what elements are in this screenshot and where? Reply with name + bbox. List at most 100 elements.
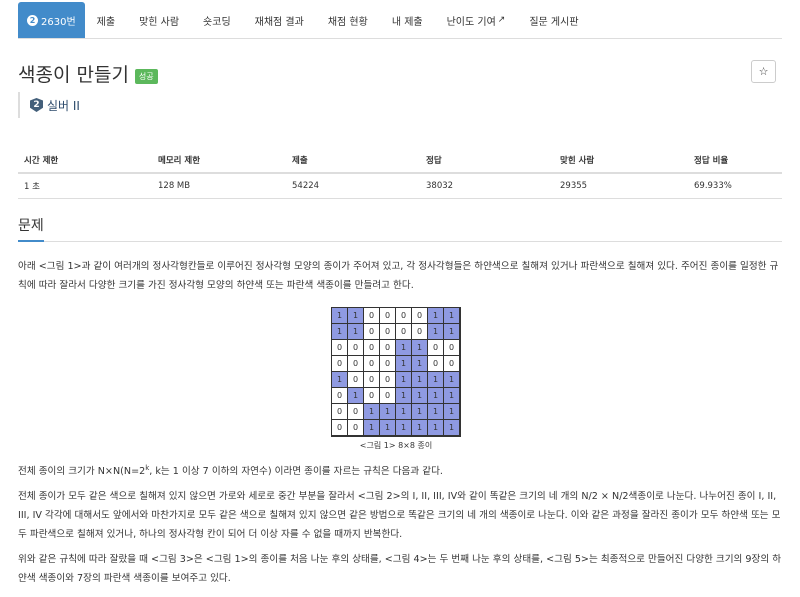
tab-status[interactable]: 채점 현황 bbox=[316, 2, 380, 38]
grid-cell: 0 bbox=[379, 323, 396, 340]
paper-grid: 1100001111000011000011000000110010001111… bbox=[331, 307, 461, 437]
title-row: 색종이 만들기 성공 bbox=[18, 60, 158, 87]
grid-cell: 0 bbox=[411, 323, 428, 340]
grid-cell: 0 bbox=[347, 419, 364, 436]
table-header-row: 시간 제한 메모리 제한 제출 정답 맞힌 사람 정답 비율 bbox=[18, 148, 782, 174]
grid-cell: 1 bbox=[427, 419, 444, 436]
grid-cell: 1 bbox=[363, 419, 380, 436]
star-button[interactable]: ☆ bbox=[751, 60, 776, 83]
problem-paragraph-3: 전체 종이가 모두 같은 색으로 칠해져 있지 않으면 가로와 세로로 중간 부… bbox=[18, 491, 781, 540]
grid-cell: 0 bbox=[395, 323, 412, 340]
tab-solvers[interactable]: 맞힌 사람 bbox=[127, 2, 191, 38]
grid-cell: 1 bbox=[395, 403, 412, 420]
header-submissions: 제출 bbox=[286, 148, 420, 174]
grid-cell: 0 bbox=[363, 323, 380, 340]
tab-short-coding[interactable]: 숏코딩 bbox=[191, 2, 243, 38]
grid-cell: 0 bbox=[379, 387, 396, 404]
tab-difficulty[interactable]: 난이도 기여 ↗ bbox=[435, 2, 518, 38]
tier-text: 실버 II bbox=[47, 98, 80, 113]
problem-paragraph-1: 아래 <그림 1>과 같이 여러개의 정사각형칸들로 이루어진 정사각형 모양의… bbox=[18, 261, 779, 291]
grid-cell: 0 bbox=[363, 307, 380, 324]
cell-accepted: 38032 bbox=[420, 173, 554, 199]
cell-time-limit: 1 초 bbox=[18, 173, 152, 199]
problem-info-table: 시간 제한 메모리 제한 제출 정답 맞힌 사람 정답 비율 1 초 128 M… bbox=[18, 148, 782, 199]
problem-title: 색종이 만들기 bbox=[18, 64, 129, 86]
grid-cell: 1 bbox=[411, 371, 428, 388]
problem-nav-tabs: 2 2630번 제출 맞힌 사람 숏코딩 재채점 결과 채점 현황 내 제출 난이… bbox=[18, 0, 782, 39]
grid-cell: 0 bbox=[379, 371, 396, 388]
grid-cell: 1 bbox=[395, 339, 412, 356]
header-memory-limit: 메모리 제한 bbox=[152, 148, 286, 174]
grid-cell: 1 bbox=[427, 323, 444, 340]
grid-cell: 0 bbox=[347, 339, 364, 356]
grid-cell: 0 bbox=[331, 387, 348, 404]
grid-cell: 0 bbox=[379, 355, 396, 372]
grid-cell: 1 bbox=[411, 387, 428, 404]
grid-cell: 0 bbox=[363, 355, 380, 372]
grid-cell: 0 bbox=[363, 387, 380, 404]
grid-cell: 1 bbox=[395, 387, 412, 404]
header-solvers: 맞힌 사람 bbox=[554, 148, 688, 174]
grid-cell: 1 bbox=[443, 419, 460, 436]
grid-cell: 0 bbox=[427, 339, 444, 356]
grid-cell: 1 bbox=[443, 403, 460, 420]
grid-cell: 1 bbox=[347, 323, 364, 340]
grid-cell: 1 bbox=[427, 307, 444, 324]
figure-caption: <그림 1> 8×8 종이 bbox=[359, 441, 433, 450]
tab-submit[interactable]: 제출 bbox=[85, 2, 127, 38]
grid-cell: 0 bbox=[427, 355, 444, 372]
table-row: 1 초 128 MB 54224 38032 29355 69.933% bbox=[18, 173, 782, 199]
grid-cell: 0 bbox=[331, 403, 348, 420]
grid-cell: 1 bbox=[411, 403, 428, 420]
grid-cell: 1 bbox=[443, 371, 460, 388]
section-header: 문제 bbox=[18, 215, 782, 242]
tab-problem-label: 2630번 bbox=[41, 16, 76, 28]
header-ratio: 정답 비율 bbox=[688, 148, 782, 174]
grid-cell: 1 bbox=[395, 371, 412, 388]
external-link-icon: ↗ bbox=[497, 15, 506, 25]
header-accepted: 정답 bbox=[420, 148, 554, 174]
grid-cell: 0 bbox=[347, 371, 364, 388]
grid-cell: 1 bbox=[395, 419, 412, 436]
grid-cell: 1 bbox=[443, 307, 460, 324]
problem-paragraph-2: 전체 종이의 크기가 N×N(N=2k, k는 1 이상 7 이하의 자연수) … bbox=[18, 459, 782, 481]
tab-qna-board[interactable]: 질문 게시판 bbox=[517, 2, 590, 38]
header-time-limit: 시간 제한 bbox=[18, 148, 152, 174]
grid-cell: 1 bbox=[363, 403, 380, 420]
grid-cell: 0 bbox=[379, 307, 396, 324]
tab-my-submissions[interactable]: 내 제출 bbox=[380, 2, 435, 38]
grid-cell: 0 bbox=[411, 307, 428, 324]
problem-paragraph-4: 위와 같은 규칙에 따라 잘랐을 때 <그림 3>은 <그림 1>의 종이를 처… bbox=[18, 554, 782, 584]
grid-cell: 0 bbox=[347, 403, 364, 420]
grid-cell: 0 bbox=[363, 339, 380, 356]
cell-submissions: 54224 bbox=[286, 173, 420, 199]
grid-cell: 0 bbox=[443, 339, 460, 356]
tab-difficulty-label: 난이도 기여 bbox=[446, 16, 496, 28]
grid-cell: 1 bbox=[379, 419, 396, 436]
cell-solvers: 29355 bbox=[554, 173, 688, 199]
grid-cell: 1 bbox=[331, 307, 348, 324]
grid-cell: 1 bbox=[331, 371, 348, 388]
figure-1: 1100001111000011000011000000110010001111… bbox=[331, 307, 465, 451]
grid-cell: 0 bbox=[395, 307, 412, 324]
tier-label[interactable]: 2 실버 II bbox=[18, 92, 80, 118]
grid-cell: 1 bbox=[347, 387, 364, 404]
grid-cell: 1 bbox=[427, 403, 444, 420]
grid-cell: 1 bbox=[411, 339, 428, 356]
problem-number-icon: 2 bbox=[27, 14, 38, 26]
grid-cell: 1 bbox=[331, 323, 348, 340]
grid-cell: 0 bbox=[347, 355, 364, 372]
star-icon: ☆ bbox=[758, 65, 769, 78]
grid-cell: 1 bbox=[427, 371, 444, 388]
grid-cell: 1 bbox=[347, 307, 364, 324]
grid-cell: 0 bbox=[331, 339, 348, 356]
grid-cell: 0 bbox=[379, 339, 396, 356]
tab-rejudge[interactable]: 재채점 결과 bbox=[243, 2, 316, 38]
tab-problem[interactable]: 2 2630번 bbox=[18, 2, 85, 38]
grid-cell: 0 bbox=[331, 355, 348, 372]
section-title: 문제 bbox=[18, 215, 44, 242]
grid-cell: 0 bbox=[331, 419, 348, 436]
cell-ratio: 69.933% bbox=[688, 173, 782, 199]
status-badge: 성공 bbox=[134, 69, 158, 84]
grid-cell: 1 bbox=[395, 355, 412, 372]
